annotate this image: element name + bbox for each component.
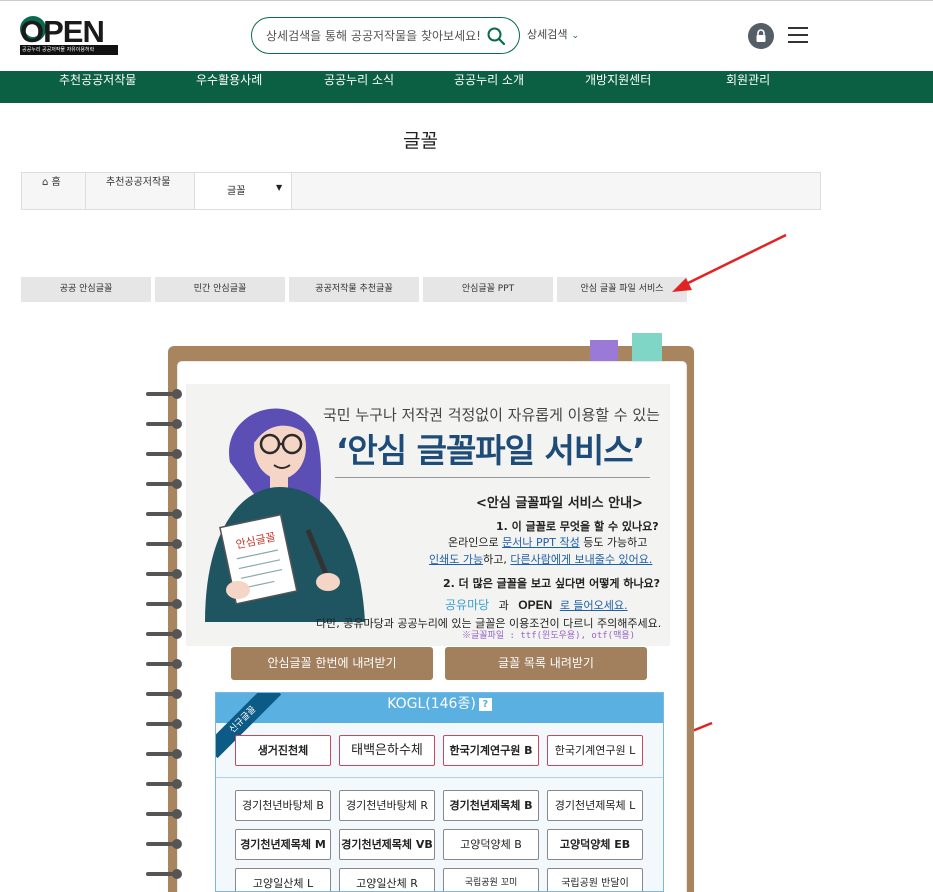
font-button[interactable]: 경기천년바탕체 R [339,790,435,821]
search-icon[interactable] [486,26,506,46]
download-all-button[interactable]: 안심글꼴 한번에 내려받기 [231,647,433,680]
help-icon[interactable]: ? [478,697,492,711]
font-button[interactable]: 경기천년바탕체 B [235,790,331,821]
download-list-button[interactable]: 글꼴 목록 내려받기 [445,647,647,680]
breadcrumb-divider [85,173,86,209]
notebook-ring [146,809,186,819]
lock-button[interactable] [748,23,774,49]
search-box [251,17,520,54]
font-button[interactable]: 국립공원 반달이 [547,868,643,891]
font-button[interactable]: 경기천년제목체 L [547,790,643,821]
breadcrumb-level1[interactable]: 추천공공저작물 [106,173,170,209]
answer-2-line: 공유마당 과 OPEN 로 들어오세요. [445,596,628,613]
question-1: 1. 이 글꼴로 무엇을 할 수 있나요? [496,520,659,533]
nav-item-about[interactable]: 공공누리 소개 [454,71,524,103]
kogl-divider [216,777,663,778]
answer-2-mid: 하고, [483,553,511,566]
font-button[interactable]: 태백은하수체 [339,735,435,766]
notebook-ring [146,419,186,429]
banner-headline-small: 국민 누구나 저작권 걱정없이 자유롭게 이용할 수 있는 [323,406,660,424]
notebook-ring [146,599,186,609]
menu-icon[interactable] [788,27,808,43]
banner-divider [335,477,650,478]
font-button[interactable]: 생거진천체 [235,735,331,766]
tab-public-fonts[interactable]: 공공 안심글꼴 [21,277,151,302]
notebook-flag [590,340,618,362]
guide-title: <안심 글꼴파일 서비스 안내> [476,496,643,511]
tab-font-file-service[interactable]: 안심 글꼴 파일 서비스 [557,277,687,302]
notebook-ring [146,569,186,579]
answer-1-line-1: 온라인으로 문서나 PPT 작성 등도 가능하고 [448,534,647,550]
open-mini-logo: OPEN [518,598,553,612]
answer-2-link-1: 인쇄도 가능 [429,553,484,566]
breadcrumb-level2-select[interactable]: 글꼴 ▼ [194,173,292,209]
and-word: 과 [498,599,509,612]
answer-1-pre: 온라인으로 [448,536,503,549]
notebook-ring [146,509,186,519]
font-button[interactable]: 고양덕양체 EB [547,829,643,860]
answer-2-link-2: 다른사람에게 보내줄수 있어요. [510,553,653,566]
notebook-ring [146,539,186,549]
notebook-ring [146,719,186,729]
banner-headline-big: ‘안심 글꼴파일 서비스’ [335,431,645,470]
font-button[interactable]: 고양덕양체 B [443,829,539,860]
breadcrumb-home-label: 홈 [51,177,61,188]
notebook-ring [146,659,186,669]
font-button[interactable]: 고양일산체 L [235,868,331,891]
gongyu-logo: 공유마당 [445,598,490,612]
search-input[interactable] [266,26,481,46]
notebook-ring [146,869,186,879]
font-button[interactable]: 국립공원 꼬미 [443,868,539,891]
open-logo[interactable]: OPEN 공공누리 공공저작물 자유이용허락 [20,14,118,56]
tab-fonts-ppt[interactable]: 안심글꼴 PPT [423,277,553,302]
font-button[interactable]: 경기천년제목체 B [443,790,539,821]
advanced-search-toggle[interactable]: 상세검색 ⌄ [527,26,579,42]
nav-item-member[interactable]: 회원관리 [726,71,770,103]
tab-recommended-fonts[interactable]: 공공저작물 추천글꼴 [289,277,419,302]
notebook-ring [146,749,186,759]
page: OPEN 공공누리 공공저작물 자유이용허락 상세검색⌄ 추천공공저작물 우수활… [0,0,933,892]
font-button[interactable]: 한국기계연구원 B [443,735,539,766]
kogl-title: KOGL(146종) [387,696,476,712]
kogl-font-panel: KOGL(146종)? 신규글꼴 생거진천체 태백은하수체 한국기계연구원 B … [215,692,664,892]
notebook-ring [146,689,186,699]
file-note: ※글꼴파일 : ttf(윈도우용), otf(맥용) [462,631,636,641]
notebook-flag [632,333,662,363]
notebook-ring [146,629,186,639]
breadcrumb: ⌂ 홈 추천공공저작물 글꼴 ▼ [21,172,821,210]
notebook-ring [146,479,186,489]
answer-1-line-2: 인쇄도 가능하고, 다른사람에게 보내줄수 있어요. [429,551,652,567]
page-title: 글꼴 [403,130,438,152]
answer-1-post: 등도 가능하고 [579,536,648,549]
font-button[interactable]: 고양일산체 R [339,868,435,891]
main-nav: 추천공공저작물 우수활용사례 공공누리 소식 공공누리 소개 개방지원센터 회원… [0,71,933,103]
chevron-down-icon: ⌄ [571,31,580,41]
logo-tagline: 공공누리 공공저작물 자유이용허락 [20,45,118,55]
nav-item-cases[interactable]: 우수활용사례 [196,71,262,103]
font-button[interactable]: 경기천년제목체 VB [339,829,435,860]
font-button[interactable]: 경기천년제목체 M [235,829,331,860]
breadcrumb-level2-label: 글꼴 [227,186,246,197]
kogl-header: KOGL(146종)? [216,693,663,723]
top-border [0,0,933,1]
notebook-ring [146,839,186,849]
notebook-ring [146,779,186,789]
notebook-ring [146,449,186,459]
answer-1-link: 문서나 PPT 작성 [502,536,580,549]
home-icon: ⌂ [42,177,49,188]
enter-link: 로 들어오세요. [559,599,628,612]
notebook-ring [146,389,186,399]
nav-item-recommended[interactable]: 추천공공저작물 [59,71,136,103]
nav-item-news[interactable]: 공공누리 소식 [324,71,394,103]
breadcrumb-home[interactable]: ⌂ 홈 [42,173,61,209]
tab-private-fonts[interactable]: 민간 안심글꼴 [155,277,285,302]
advanced-search-label: 상세검색 [527,28,568,41]
question-2: 2. 더 많은 글꼴을 보고 싶다면 어떻게 하나요? [443,577,661,590]
caret-down-icon: ▼ [276,183,283,192]
font-button[interactable]: 한국기계연구원 L [547,735,643,766]
lock-icon [756,29,766,42]
nav-item-support[interactable]: 개방지원센터 [585,71,651,103]
